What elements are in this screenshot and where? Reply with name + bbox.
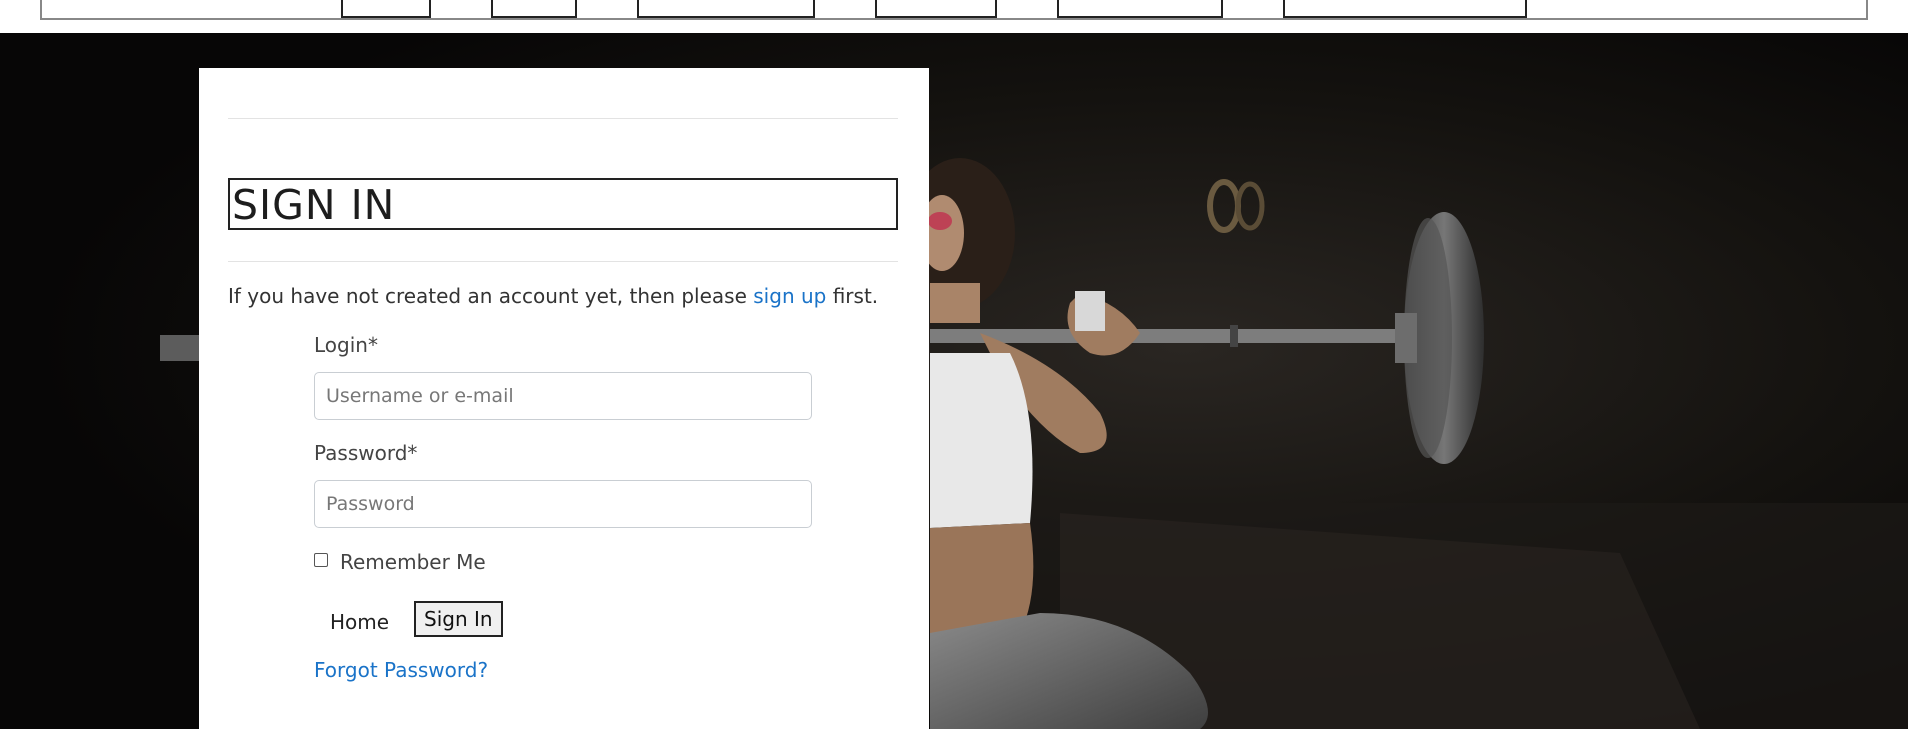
signin-panel: SIGN IN If you have not created an accou… bbox=[199, 68, 929, 729]
password-label: Password* bbox=[314, 441, 418, 465]
password-input[interactable] bbox=[314, 480, 812, 528]
page-title: SIGN IN bbox=[232, 181, 396, 229]
signup-prompt: If you have not created an account yet, … bbox=[228, 284, 878, 308]
nav-item-accessories[interactable] bbox=[1057, 0, 1223, 18]
forgot-password-link[interactable]: Forgot Password? bbox=[314, 658, 488, 682]
title-box: SIGN IN bbox=[228, 178, 898, 230]
title-divider bbox=[228, 261, 898, 262]
top-divider bbox=[228, 118, 898, 119]
top-navigation bbox=[40, 0, 1868, 20]
nav-item-home[interactable] bbox=[341, 0, 431, 18]
nav-item-supplements[interactable] bbox=[637, 0, 815, 18]
signup-link[interactable]: sign up bbox=[753, 284, 826, 308]
login-input[interactable] bbox=[314, 372, 812, 420]
remember-me-checkbox[interactable] bbox=[314, 553, 328, 567]
signup-prompt-suffix: first. bbox=[826, 284, 879, 308]
remember-me-label: Remember Me bbox=[340, 550, 486, 574]
nav-item-clothes[interactable] bbox=[875, 0, 997, 18]
signup-prompt-text: If you have not created an account yet, … bbox=[228, 284, 754, 308]
login-label: Login* bbox=[314, 333, 378, 357]
home-button[interactable]: Home bbox=[330, 610, 389, 634]
nav-item-food[interactable] bbox=[491, 0, 577, 18]
signin-button[interactable]: Sign In bbox=[414, 601, 503, 637]
nav-item-contact[interactable] bbox=[1283, 0, 1527, 18]
